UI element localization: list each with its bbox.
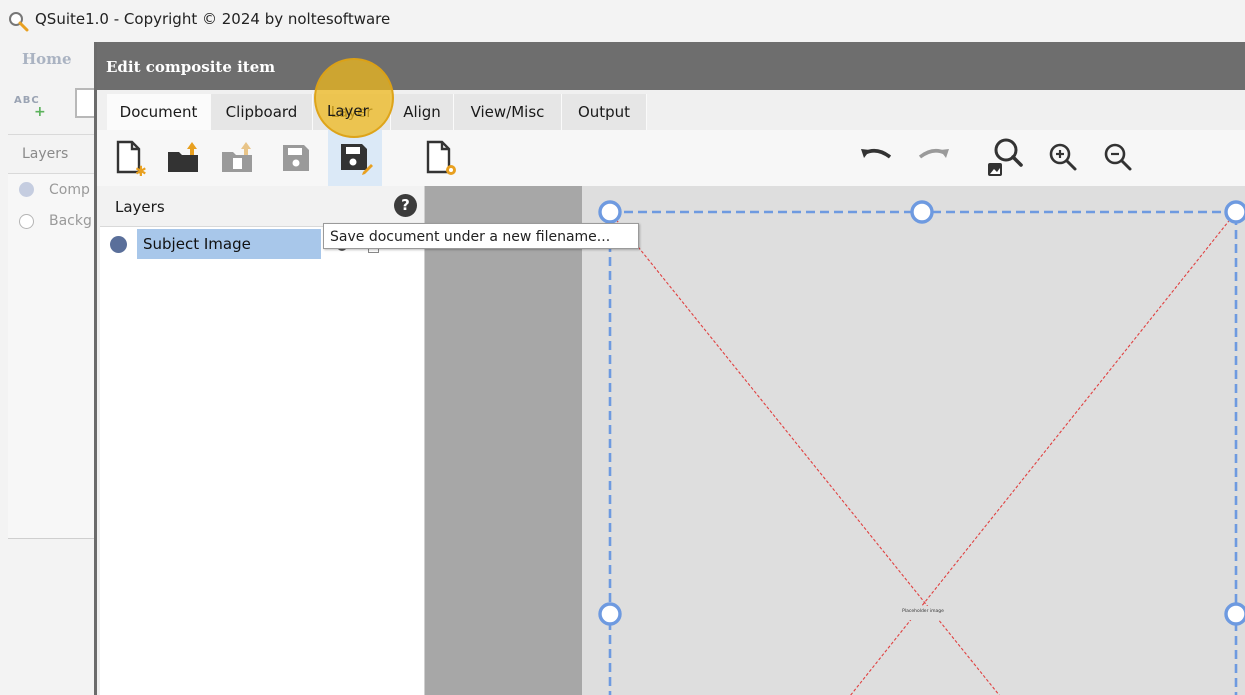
svg-text:✱: ✱ <box>135 164 146 178</box>
redo-icon <box>918 148 949 159</box>
background-layer-item[interactable]: Comp <box>49 182 90 198</box>
canvas-page[interactable]: Placeholder image <box>582 186 1245 695</box>
layer-radio[interactable] <box>110 236 127 253</box>
undo-button[interactable] <box>852 130 902 186</box>
dialog-header: Edit composite item <box>97 42 1245 90</box>
open-button[interactable] <box>157 130 211 186</box>
layer-radio[interactable] <box>19 182 34 197</box>
layers-panel-header: Layers ? <box>100 186 424 227</box>
tab-output[interactable]: Output <box>562 94 647 130</box>
tab-document[interactable]: Document <box>107 94 211 130</box>
layer-radio[interactable] <box>19 214 34 229</box>
divider <box>8 134 95 135</box>
tab-clipboard[interactable]: Clipboard <box>211 94 313 130</box>
edit-composite-dialog: Edit composite item Document Clipboard L… <box>94 42 1245 695</box>
subject-image-placeholder[interactable]: Placeholder image <box>582 186 1245 695</box>
new-document-icon: ✱ <box>116 140 146 178</box>
plus-icon: + <box>34 104 46 120</box>
divider <box>8 538 95 539</box>
resize-handle[interactable] <box>598 200 622 224</box>
window-title-bar: QSuite1.0 - Copyright © 2024 by noltesof… <box>0 0 1245 42</box>
background-layer-item[interactable]: Backg <box>49 213 92 229</box>
cursor-highlight <box>314 58 394 138</box>
placeholder-label: Placeholder image <box>902 608 944 614</box>
open-folder-icon <box>168 142 198 172</box>
help-icon[interactable]: ? <box>394 194 417 217</box>
zoom-out-icon <box>1104 143 1132 171</box>
layers-panel-title: Layers <box>115 198 165 216</box>
ribbon-toolbar: ✱ <box>97 130 1245 186</box>
tooltip: Save document under a new filename... <box>323 223 639 249</box>
document-settings-icon <box>426 140 456 175</box>
layers-panel: Layers ? Subject Image <box>100 186 425 695</box>
zoom-in-button[interactable] <box>1038 130 1088 186</box>
background-layers-label: Layers <box>22 146 69 162</box>
tab-align[interactable]: Align <box>391 94 454 130</box>
resize-handle[interactable] <box>910 200 934 224</box>
zoom-fit-button[interactable] <box>979 130 1029 186</box>
redo-button[interactable] <box>908 130 958 186</box>
import-button[interactable] <box>211 130 265 186</box>
resize-handle[interactable] <box>1224 200 1245 224</box>
new-document-button[interactable]: ✱ <box>102 130 156 186</box>
zoom-fit-icon <box>988 138 1023 176</box>
dialog-title: Edit composite item <box>106 58 276 76</box>
tab-view-misc[interactable]: View/Misc <box>454 94 562 130</box>
view-toolbar <box>852 130 1152 186</box>
window-title: QSuite1.0 - Copyright © 2024 by noltesof… <box>35 10 391 28</box>
save-as-icon <box>341 144 373 175</box>
zoom-in-icon <box>1049 143 1077 171</box>
save-icon <box>283 145 309 171</box>
layer-name[interactable]: Subject Image <box>143 235 251 253</box>
save-as-button[interactable] <box>328 130 382 186</box>
zoom-out-button[interactable] <box>1093 130 1143 186</box>
home-tab[interactable]: Home <box>22 50 72 68</box>
save-button[interactable] <box>269 130 323 186</box>
magnifier-icon <box>9 12 29 32</box>
document-settings-button[interactable] <box>414 130 468 186</box>
resize-handle[interactable] <box>598 602 622 626</box>
resize-handle[interactable] <box>1224 602 1245 626</box>
undo-icon <box>861 148 892 159</box>
tab-layer-label-overlay: Layer <box>327 102 369 120</box>
import-icon <box>222 142 252 172</box>
